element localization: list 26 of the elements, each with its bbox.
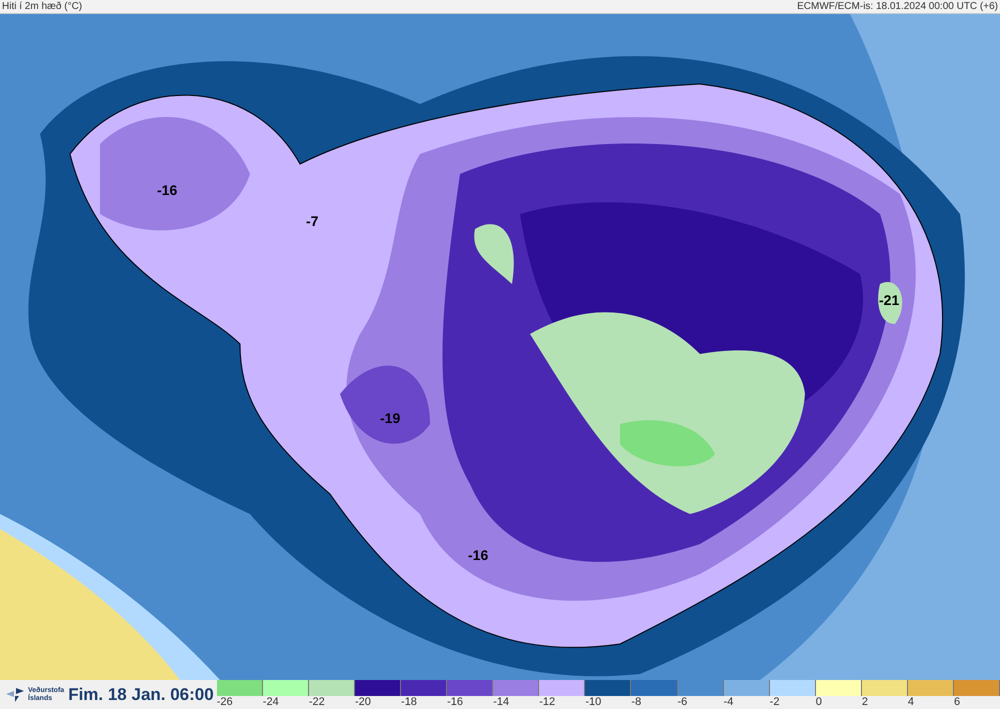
legend-label: -18 — [401, 696, 417, 708]
legend-label: -22 — [308, 696, 325, 708]
temperature-label: -21 — [879, 292, 900, 308]
legend-label: -8 — [631, 696, 642, 708]
legend-label: -10 — [585, 696, 602, 708]
valid-time: Fim. 18 Jan. 06:00 — [68, 684, 214, 704]
legend-label: -16 — [447, 696, 464, 708]
arrows-logo-icon — [6, 688, 24, 702]
legend-label: -12 — [539, 696, 556, 708]
model-run-info: ECMWF/ECM-is: 18.01.2024 00:00 UTC (+6) — [797, 1, 998, 12]
temperature-label: -19 — [380, 410, 400, 426]
legend-label: -2 — [770, 696, 780, 708]
legend-label: -24 — [262, 696, 279, 708]
legend-label: 6 — [954, 696, 960, 708]
legend-label: 0 — [816, 696, 822, 708]
map-title: Hiti í 2m hæð (°C) — [2, 1, 82, 12]
legend-label: -14 — [493, 696, 510, 708]
legend-label: 2 — [862, 696, 868, 708]
legend-label: -26 — [216, 696, 233, 708]
temperature-label: -7 — [306, 213, 318, 229]
legend-label: -20 — [354, 696, 371, 708]
legend-label: -4 — [724, 696, 734, 708]
temperature-label: -16 — [468, 547, 488, 563]
temperature-label: -16 — [157, 182, 178, 198]
legend-label: -6 — [678, 696, 688, 708]
legend-label: 4 — [908, 696, 914, 708]
